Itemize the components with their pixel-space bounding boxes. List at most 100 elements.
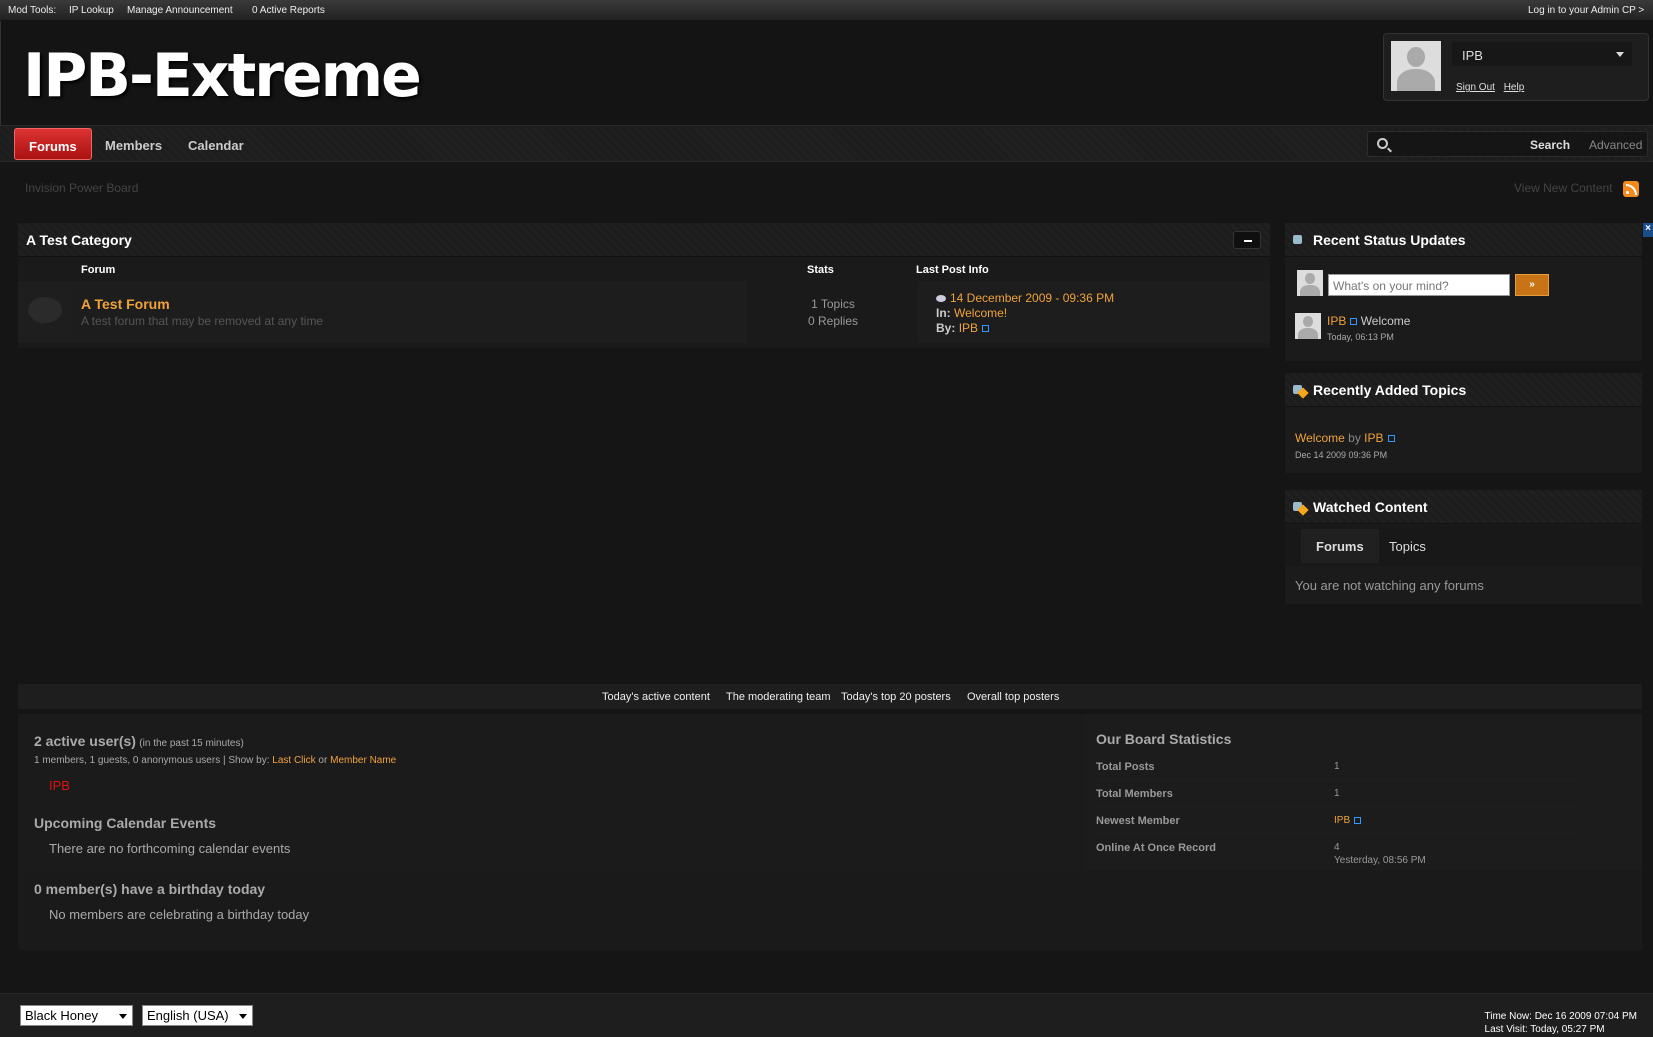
last-post-date-link[interactable]: 14 December 2009 - 09:36 PM [950, 291, 1114, 305]
birthdays-heading: 0 member(s) have a birthday today [34, 881, 266, 897]
forum-title-link[interactable]: A Test Forum [81, 296, 170, 312]
stat-label: Online At Once Record [1096, 842, 1217, 854]
forum-category: A Test Category Forum Stats Last Post In… [18, 223, 1270, 348]
status-user-link[interactable]: IPB [1327, 314, 1346, 328]
stat-value: 4 [1334, 842, 1340, 853]
active-users-breakdown: 1 members, 1 guests, 0 anonymous users |… [34, 755, 270, 766]
last-post-topic-link[interactable]: Welcome! [954, 306, 1007, 320]
tab-watched-forums[interactable]: Forums [1301, 529, 1379, 563]
recently-added-topics-title: Recently Added Topics [1313, 382, 1467, 398]
main-nav: Forums Members Calendar Search Advanced [0, 125, 1653, 162]
category-title[interactable]: A Test Category [26, 232, 132, 248]
stat-label: Newest Member [1096, 815, 1180, 827]
manage-announcement-link[interactable]: Manage Announcement [127, 5, 233, 16]
moderating-team-link[interactable]: The moderating team [726, 691, 831, 703]
tab-members[interactable]: Members [91, 128, 176, 160]
rss-icon[interactable] [1623, 181, 1639, 197]
chevron-down-icon [119, 1014, 127, 1019]
external-link-icon[interactable] [1387, 435, 1395, 443]
forum-row: A Test Forum A test forum that may be re… [18, 281, 1270, 343]
search-input[interactable]: Search Advanced [1367, 131, 1648, 157]
status-update-input[interactable]: What's on your mind? [1328, 274, 1510, 296]
column-last-post: Last Post Info [916, 264, 989, 276]
board-info-panel: 2 active user(s) (in the past 15 minutes… [18, 714, 1642, 950]
external-link-icon[interactable] [982, 325, 990, 333]
ip-lookup-link[interactable]: IP Lookup [69, 5, 114, 16]
sort-last-click-link[interactable]: Last Click [272, 755, 315, 766]
collapse-category-button[interactable] [1233, 231, 1261, 249]
newest-member-link[interactable]: IPB [1334, 815, 1350, 826]
calendar-empty-text: There are no forthcoming calendar events [49, 841, 291, 856]
stat-row: Online At Once Record 4 Yesterday, 08:56… [1096, 835, 1576, 866]
external-link-icon[interactable] [1354, 816, 1362, 824]
sort-member-name-link[interactable]: Member Name [330, 755, 396, 766]
in-label: In: [936, 306, 951, 320]
user-menu-dropdown[interactable]: IPB [1452, 42, 1632, 66]
forum-replies-count: 0 Replies [807, 314, 859, 328]
language-selected: English (USA) [147, 1008, 229, 1023]
mod-tools-label: Mod Tools: [8, 5, 57, 16]
watched-icon [1293, 500, 1309, 516]
board-statistics-section: Our Board Statistics Total Posts 1 Total… [1084, 714, 1642, 870]
board-stats-links: Today's active content The moderating te… [18, 684, 1642, 709]
site-header: IPB-Extreme IPB Sign Out Help [0, 21, 1653, 125]
calendar-heading: Upcoming Calendar Events [34, 815, 217, 831]
stat-row: Newest Member IPB [1096, 808, 1576, 834]
last-poster-link[interactable]: IPB [959, 321, 978, 335]
user-avatar[interactable] [1391, 41, 1441, 91]
stat-label: Total Posts [1096, 761, 1155, 773]
column-forum: Forum [81, 264, 116, 276]
user-name: IPB [1462, 48, 1483, 63]
mod-toolbar: Mod Tools: IP Lookup Manage Announcement… [0, 0, 1653, 21]
watched-empty-message: You are not watching any forums [1295, 578, 1484, 593]
chevron-down-icon [239, 1014, 247, 1019]
todays-active-content-link[interactable]: Today's active content [602, 691, 710, 703]
active-users-window: (in the past 15 minutes) [139, 738, 244, 749]
recently-added-topics-panel: Recently Added Topics Welcome by IPB Dec… [1285, 373, 1642, 473]
recent-topic-link[interactable]: Welcome [1295, 431, 1345, 445]
time-now: Time Now: Dec 16 2009 07:04 PM [1484, 1011, 1637, 1022]
forum-topics-count: 1 Topics [811, 297, 855, 311]
tab-calendar[interactable]: Calendar [174, 128, 258, 160]
tab-watched-topics[interactable]: Topics [1374, 529, 1441, 563]
my-avatar [1297, 270, 1323, 296]
close-icon[interactable]: × [1643, 223, 1653, 237]
category-header: A Test Category [18, 223, 1270, 257]
site-logo[interactable]: IPB-Extreme [23, 41, 422, 111]
status-submit-button[interactable]: » [1515, 274, 1549, 296]
search-button[interactable]: Search [1530, 138, 1570, 152]
recent-topic-author-link[interactable]: IPB [1364, 431, 1383, 445]
category-columns: Forum Stats Last Post Info [18, 257, 1270, 281]
by-label: By: [936, 321, 956, 335]
chevron-down-icon [1616, 52, 1624, 57]
search-icon [1377, 138, 1388, 149]
admin-cp-link[interactable]: Log in to your Admin CP > [1528, 5, 1644, 16]
language-selector[interactable]: English (USA) [142, 1005, 253, 1026]
tab-forums[interactable]: Forums [14, 128, 92, 160]
active-reports-link[interactable]: 0 Active Reports [252, 5, 325, 16]
column-stats: Stats [807, 264, 834, 276]
external-link-icon[interactable] [1350, 318, 1358, 326]
status-user-avatar[interactable] [1295, 313, 1321, 339]
status-time: Today, 06:13 PM [1327, 332, 1394, 342]
skin-selected: Black Honey [25, 1008, 98, 1023]
page-footer: Black Honey English (USA) Time Now: Dec … [0, 993, 1653, 1037]
advanced-search-link[interactable]: Advanced [1589, 138, 1642, 152]
watched-content-title: Watched Content [1313, 499, 1428, 515]
stat-subvalue: Yesterday, 08:56 PM [1334, 855, 1426, 866]
sign-out-link[interactable]: Sign Out [1456, 82, 1495, 93]
overall-top-posters-link[interactable]: Overall top posters [967, 691, 1059, 703]
forum-read-status-icon [28, 297, 62, 325]
skin-selector[interactable]: Black Honey [20, 1005, 133, 1026]
recent-topic-date: Dec 14 2009 09:36 PM [1295, 450, 1388, 460]
breadcrumb[interactable]: Invision Power Board [25, 181, 138, 195]
view-new-content-link[interactable]: View New Content [1514, 181, 1613, 195]
active-users-section: 2 active user(s) (in the past 15 minutes… [18, 714, 1080, 870]
last-post-icon [936, 295, 946, 303]
online-user-link[interactable]: IPB [49, 778, 70, 793]
status-updates-icon [1293, 233, 1307, 247]
topics-icon [1293, 383, 1309, 399]
top-20-posters-link[interactable]: Today's top 20 posters [841, 691, 951, 703]
help-link[interactable]: Help [1504, 82, 1525, 93]
board-stats-heading: Our Board Statistics [1096, 731, 1232, 747]
